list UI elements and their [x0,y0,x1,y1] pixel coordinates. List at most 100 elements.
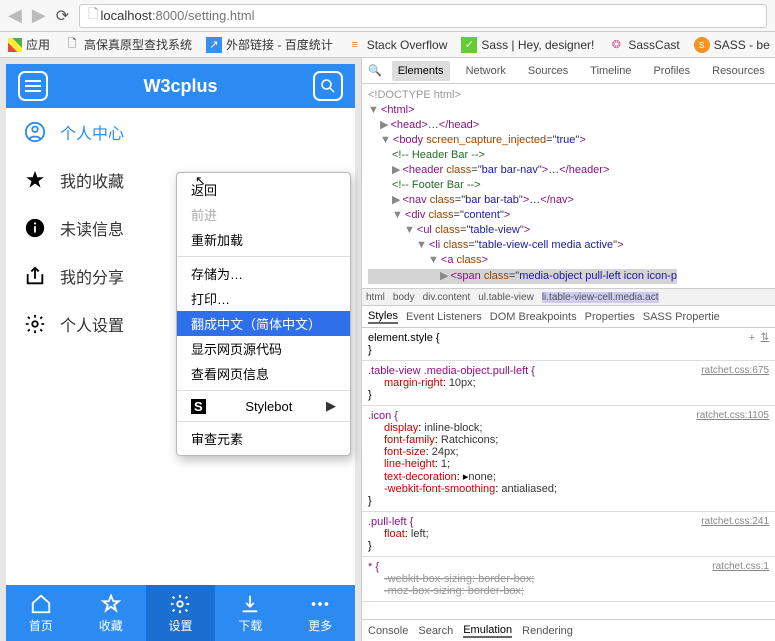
dom-node-selected[interactable]: ▶<span class="media-object pull-left ico… [368,269,677,284]
ctx-reload[interactable]: 重新加载 [177,227,350,252]
footer-download[interactable]: 下载 [215,585,285,641]
user-icon [24,121,46,143]
tab-timeline[interactable]: Timeline [584,61,637,81]
apps-button[interactable]: 应用 [8,36,50,53]
menu-personal-center[interactable]: 个人中心 [6,108,355,156]
search-icon [319,77,337,95]
url-bar[interactable]: 🗋 localhost:8000/setting.html [79,4,767,28]
mobile-preview: W3cplus 个人中心 我的收藏 未读信息 [0,58,361,641]
forward-button[interactable]: ▶ [32,5,46,26]
source-link[interactable]: ratchet.css:1105 [696,410,769,421]
sass-icon: ✓ [461,37,477,53]
dom-node[interactable]: ▼<body screen_capture_injected="true"> [368,133,769,148]
tab-network[interactable]: Network [460,61,512,81]
tab-emulation[interactable]: Emulation [463,624,512,638]
app-footer: 首页 收藏 设置 下载 更多 [6,585,355,641]
tab-sass-properties[interactable]: SASS Propertie [643,311,720,323]
ctx-translate[interactable]: 翻成中文（简体中文）↖ [177,311,350,336]
styles-panel[interactable]: element.style { + ⇅ } .table-view .media… [362,328,775,619]
menu-button[interactable] [18,71,48,101]
download-icon [239,593,261,615]
ctx-view-source[interactable]: 显示网页源代码 [177,336,350,361]
source-link[interactable]: ratchet.css:241 [701,516,769,527]
tab-sources[interactable]: Sources [522,61,574,81]
ctx-forward: 前进 [177,202,350,227]
dom-node[interactable]: <!DOCTYPE html> [368,88,769,103]
add-rule-icon[interactable]: + [749,332,755,344]
dom-node[interactable]: ▼<ul class="table-view"> [368,223,769,238]
ctx-view-info[interactable]: 查看网页信息 [177,361,350,386]
chevron-right-icon: ▶ [326,398,336,414]
toggle-icon[interactable]: ⇅ [761,332,769,343]
ctx-stylebot[interactable]: SStylebot▶ [177,395,350,417]
dom-node[interactable]: ▶<head>…</head> [368,118,769,133]
css-rule[interactable]: .pull-left { ratchet.css:241 float: left… [362,512,775,557]
gear-icon [169,593,191,615]
bookmark-item[interactable]: 🗋高保真原型查找系统 [64,36,192,53]
css-rule[interactable]: element.style { + ⇅ } [362,328,775,361]
stylebot-icon: S [191,399,206,414]
menu-label: 我的收藏 [60,168,124,192]
dom-node[interactable]: <!-- Footer Bar --> [368,178,769,193]
dom-node[interactable]: ▼<li class="table-view-cell media active… [368,238,769,253]
devtools: 🔍 Elements Network Sources Timeline Prof… [361,58,775,641]
tab-search[interactable]: Search [418,625,453,637]
share-icon [24,265,46,287]
menu-label: 未读信息 [60,216,124,240]
tab-profiles[interactable]: Profiles [647,61,696,81]
css-rule[interactable]: * { ratchet.css:1 -webkit-box-sizing: bo… [362,557,775,602]
bookmark-item[interactable]: ↗外部链接 - 百度统计 [206,36,333,53]
tab-console[interactable]: Console [368,625,408,637]
footer-home[interactable]: 首页 [6,585,76,641]
url-path: :8000/setting.html [152,8,255,23]
tab-elements[interactable]: Elements [392,61,450,81]
dom-node[interactable]: ▶<header class="bar bar-nav">…</header> [368,163,769,178]
footer-more[interactable]: 更多 [285,585,355,641]
reload-button[interactable]: ⟳ [56,6,69,26]
css-rule[interactable]: .table-view .media-object.pull-left { ra… [362,361,775,406]
bookmark-item[interactable]: ≡Stack Overflow [347,37,448,53]
separator [177,256,350,257]
apps-icon [8,38,22,52]
bookmark-item[interactable]: ✓Sass | Hey, designer! [461,37,594,53]
dom-node[interactable]: ▶<nav class="bar bar-tab">…</nav> [368,193,769,208]
dom-tree[interactable]: <!DOCTYPE html> ▼<html> ▶<head>…</head> … [362,84,775,288]
css-rule[interactable]: .icon { ratchet.css:1105 display: inline… [362,406,775,512]
styles-tabs: Styles Event Listeners DOM Breakpoints P… [362,306,775,328]
dom-node[interactable]: ▼<a class> [368,253,769,268]
footer-favorites[interactable]: 收藏 [76,585,146,641]
ctx-inspect[interactable]: 审查元素 [177,426,350,451]
dom-node[interactable]: <!-- Header Bar --> [368,148,769,163]
tab-resources[interactable]: Resources [706,61,771,81]
main-area: W3cplus 个人中心 我的收藏 未读信息 [0,58,775,641]
source-link[interactable]: ratchet.css:675 [701,365,769,376]
source-link[interactable]: ratchet.css:1 [712,561,769,572]
stackoverflow-icon: ≡ [347,37,363,53]
star-icon [100,593,122,615]
ctx-save-as[interactable]: 存储为… [177,261,350,286]
dom-node[interactable]: ▼<html> [368,103,769,118]
page-icon: 🗋 [64,37,80,53]
browser-toolbar: ◀ ▶ ⟳ 🗋 localhost:8000/setting.html [0,0,775,32]
back-button[interactable]: ◀ [8,5,22,26]
tab-rendering[interactable]: Rendering [522,625,573,637]
tab-event-listeners[interactable]: Event Listeners [406,311,482,323]
bookmark-item[interactable]: sSASS - be [694,37,770,53]
home-icon [30,593,52,615]
separator [177,390,350,391]
search-icon[interactable]: 🔍 [368,64,382,77]
tab-dom-breakpoints[interactable]: DOM Breakpoints [490,311,577,323]
bookmarks-bar: 应用 🗋高保真原型查找系统 ↗外部链接 - 百度统计 ≡Stack Overfl… [0,32,775,58]
search-button[interactable] [313,71,343,101]
gear-icon [24,313,46,335]
bookmark-item[interactable]: ❂SassCast [608,37,679,53]
ctx-print[interactable]: 打印… [177,286,350,311]
url-host: localhost [101,8,152,23]
hamburger-icon [25,85,41,87]
devtools-breadcrumb[interactable]: html body div.content ul.table-view li.t… [362,288,775,306]
tab-properties[interactable]: Properties [585,311,635,323]
footer-settings[interactable]: 设置 [146,585,216,641]
app-header: W3cplus [6,64,355,108]
tab-styles[interactable]: Styles [368,310,398,324]
dom-node[interactable]: ▼<div class="content"> [368,208,769,223]
